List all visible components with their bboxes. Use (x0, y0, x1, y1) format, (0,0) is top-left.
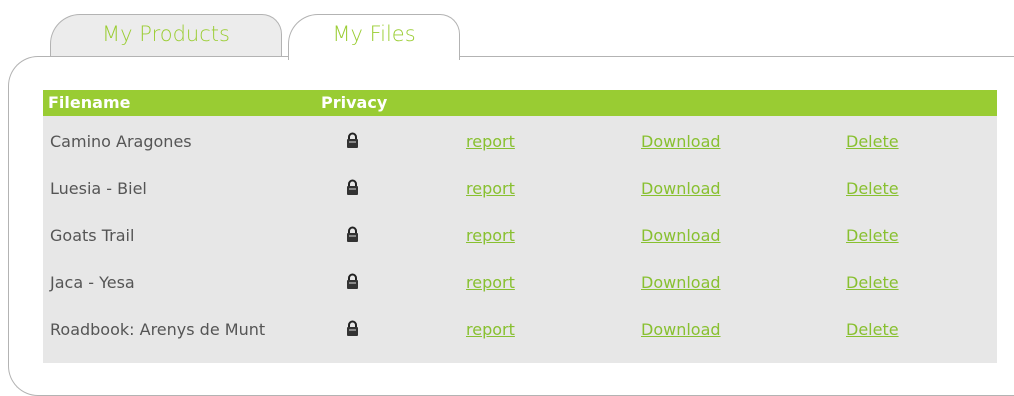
delete-link[interactable]: Delete (846, 118, 899, 165)
report-link[interactable]: report (466, 306, 515, 353)
download-link[interactable]: Download (641, 118, 721, 165)
lock-icon (347, 320, 358, 336)
lock-icon (347, 179, 358, 195)
filename-cell: Camino Aragones (50, 132, 192, 151)
delete-link[interactable]: Delete (846, 306, 899, 353)
header-privacy: Privacy (321, 93, 388, 112)
filename-cell: Roadbook: Arenys de Munt (50, 320, 266, 339)
report-link[interactable]: report (466, 165, 515, 212)
files-table: Filename Privacy Camino Aragones report … (43, 90, 997, 363)
delete-link[interactable]: Delete (846, 165, 899, 212)
tab-my-files[interactable]: My Files (288, 14, 460, 60)
tab-my-files-label: My Files (332, 22, 416, 46)
delete-link[interactable]: Delete (846, 212, 899, 259)
lock-icon (347, 226, 358, 242)
header-filename: Filename (48, 93, 131, 112)
table-row: Camino Aragones report Download Delete (43, 118, 997, 165)
lock-icon (347, 273, 358, 289)
table-row: Goats Trail report Download Delete (43, 212, 997, 259)
download-link[interactable]: Download (641, 165, 721, 212)
table-header: Filename Privacy (43, 90, 997, 116)
report-link[interactable]: report (466, 259, 515, 306)
filename-cell: Jaca - Yesa (50, 273, 135, 292)
filename-cell: Goats Trail (50, 226, 135, 245)
tab-my-products-label: My Products (102, 22, 230, 46)
table-row: Roadbook: Arenys de Munt report Download… (43, 306, 997, 353)
delete-link[interactable]: Delete (846, 259, 899, 306)
table-row: Jaca - Yesa report Download Delete (43, 259, 997, 306)
report-link[interactable]: report (466, 118, 515, 165)
table-row: Luesia - Biel report Download Delete (43, 165, 997, 212)
lock-icon (347, 132, 358, 148)
download-link[interactable]: Download (641, 306, 721, 353)
report-link[interactable]: report (466, 212, 515, 259)
filename-cell: Luesia - Biel (50, 179, 147, 198)
download-link[interactable]: Download (641, 212, 721, 259)
tab-my-products[interactable]: My Products (50, 14, 282, 58)
download-link[interactable]: Download (641, 259, 721, 306)
